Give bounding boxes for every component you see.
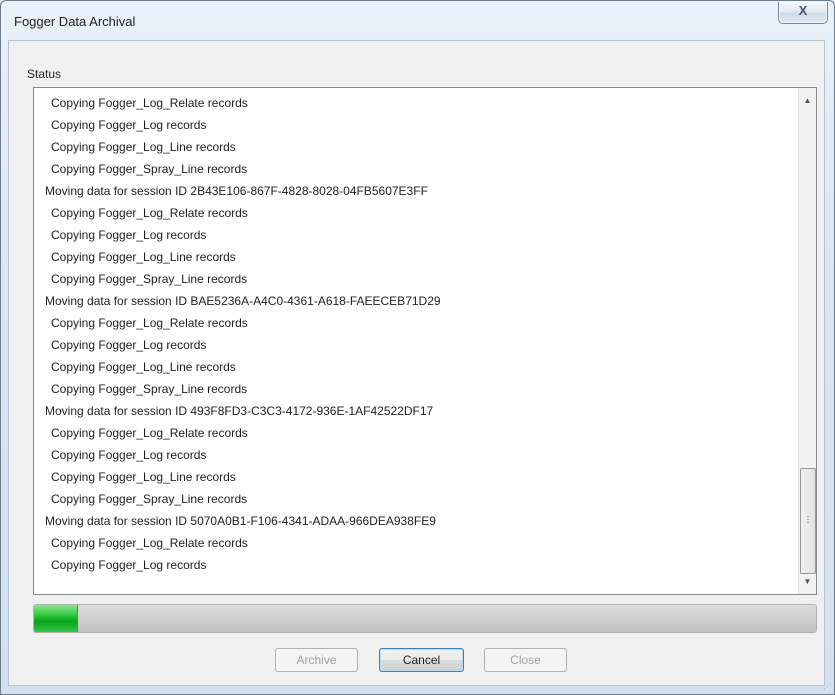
close-window-button[interactable]: X (778, 2, 828, 24)
vertical-scrollbar[interactable]: ▲ --- ▼ (798, 88, 816, 594)
progress-bar (33, 604, 817, 633)
log-line: Moving data for session ID 5070A0B1-F106… (45, 514, 436, 528)
log-line: Copying Fogger_Log records (51, 118, 207, 132)
log-line: Copying Fogger_Log_Relate records (51, 536, 248, 550)
log-line: Copying Fogger_Spray_Line records (51, 492, 248, 506)
grip-icon: --- (806, 511, 810, 527)
log-line: Copying Fogger_Log records (51, 448, 207, 462)
status-log[interactable]: Copying Fogger_Log_Relate records Copying… (33, 87, 817, 595)
log-line: Moving data for session ID 493F8FD3-C3C3… (45, 404, 434, 418)
log-line: Copying Fogger_Spray_Line records (51, 382, 248, 396)
log-line: Copying Fogger_Log records (51, 558, 207, 572)
scroll-down-icon[interactable]: ▼ (799, 573, 816, 590)
scroll-up-icon[interactable]: ▲ (799, 92, 816, 109)
close-button[interactable]: Close (484, 648, 567, 672)
log-line: Copying Fogger_Log_Line records (51, 140, 236, 154)
log-line: Copying Fogger_Spray_Line records (51, 272, 248, 286)
archive-button[interactable]: Archive (275, 648, 358, 672)
log-line: Moving data for session ID BAE5236A-A4C0… (45, 294, 441, 308)
resize-grip-icon[interactable]: ⋰ (823, 682, 831, 691)
log-line: Copying Fogger_Log records (51, 228, 207, 242)
status-log-lines: Copying Fogger_Log_Relate records Copying… (34, 92, 796, 576)
close-icon: X (798, 3, 808, 18)
status-label: Status (27, 67, 62, 81)
log-line: Copying Fogger_Log records (51, 338, 207, 352)
log-line: Moving data for session ID 2B43E106-867F… (45, 184, 428, 198)
log-line: Copying Fogger_Log_Relate records (51, 316, 248, 330)
title-bar[interactable]: Fogger Data Archival X (1, 1, 834, 41)
window-title: Fogger Data Archival (14, 14, 136, 29)
cancel-button[interactable]: Cancel (379, 648, 464, 672)
log-line: Copying Fogger_Log_Line records (51, 360, 236, 374)
scroll-thumb[interactable]: --- (800, 468, 816, 574)
log-line: Copying Fogger_Log_Relate records (51, 426, 248, 440)
log-line: Copying Fogger_Log_Relate records (51, 206, 248, 220)
log-line: Copying Fogger_Log_Line records (51, 470, 236, 484)
log-line: Copying Fogger_Spray_Line records (51, 162, 248, 176)
progress-fill (34, 605, 78, 632)
log-line: Copying Fogger_Log_Line records (51, 250, 236, 264)
log-line: Copying Fogger_Log_Relate records (51, 96, 248, 110)
